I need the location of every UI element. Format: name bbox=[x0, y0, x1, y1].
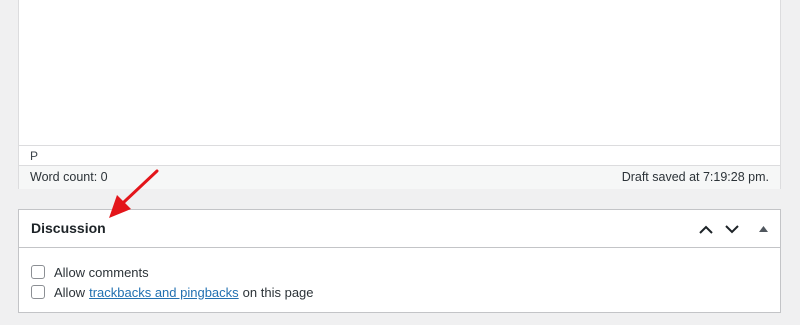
allow-comments-option: Allow comments bbox=[31, 262, 314, 282]
editor-status-bar: Word count: 0 Draft saved at 7:19:28 pm. bbox=[19, 165, 780, 189]
allow-comments-label: Allow comments bbox=[54, 264, 149, 280]
word-count: Word count: 0 bbox=[30, 170, 108, 184]
element-path: P bbox=[19, 145, 780, 166]
editor-box: P Word count: 0 Draft saved at 7:19:28 p… bbox=[18, 0, 781, 189]
allow-pings-checkbox[interactable] bbox=[31, 285, 45, 299]
metabox-header: Discussion bbox=[19, 210, 780, 248]
trackbacks-pingbacks-link[interactable]: trackbacks and pingbacks bbox=[89, 285, 239, 300]
allow-pings-suffix: on this page bbox=[242, 284, 314, 300]
triangle-up-icon[interactable] bbox=[752, 218, 774, 240]
allow-pings-option: Allow trackbacks and pingbacks on this p… bbox=[31, 282, 314, 302]
allow-comments-checkbox[interactable] bbox=[31, 265, 45, 279]
draft-saved-status: Draft saved at 7:19:28 pm. bbox=[621, 170, 769, 184]
discussion-options: Allow comments Allow trackbacks and ping… bbox=[31, 262, 314, 302]
discussion-metabox: Discussion Allow comments Allow trackbac… bbox=[18, 209, 781, 313]
metabox-title: Discussion bbox=[31, 220, 106, 236]
chevron-up-icon[interactable] bbox=[695, 218, 717, 240]
allow-pings-prefix: Allow bbox=[54, 284, 86, 300]
editor-content-area[interactable] bbox=[19, 0, 780, 145]
chevron-down-icon[interactable] bbox=[721, 218, 743, 240]
